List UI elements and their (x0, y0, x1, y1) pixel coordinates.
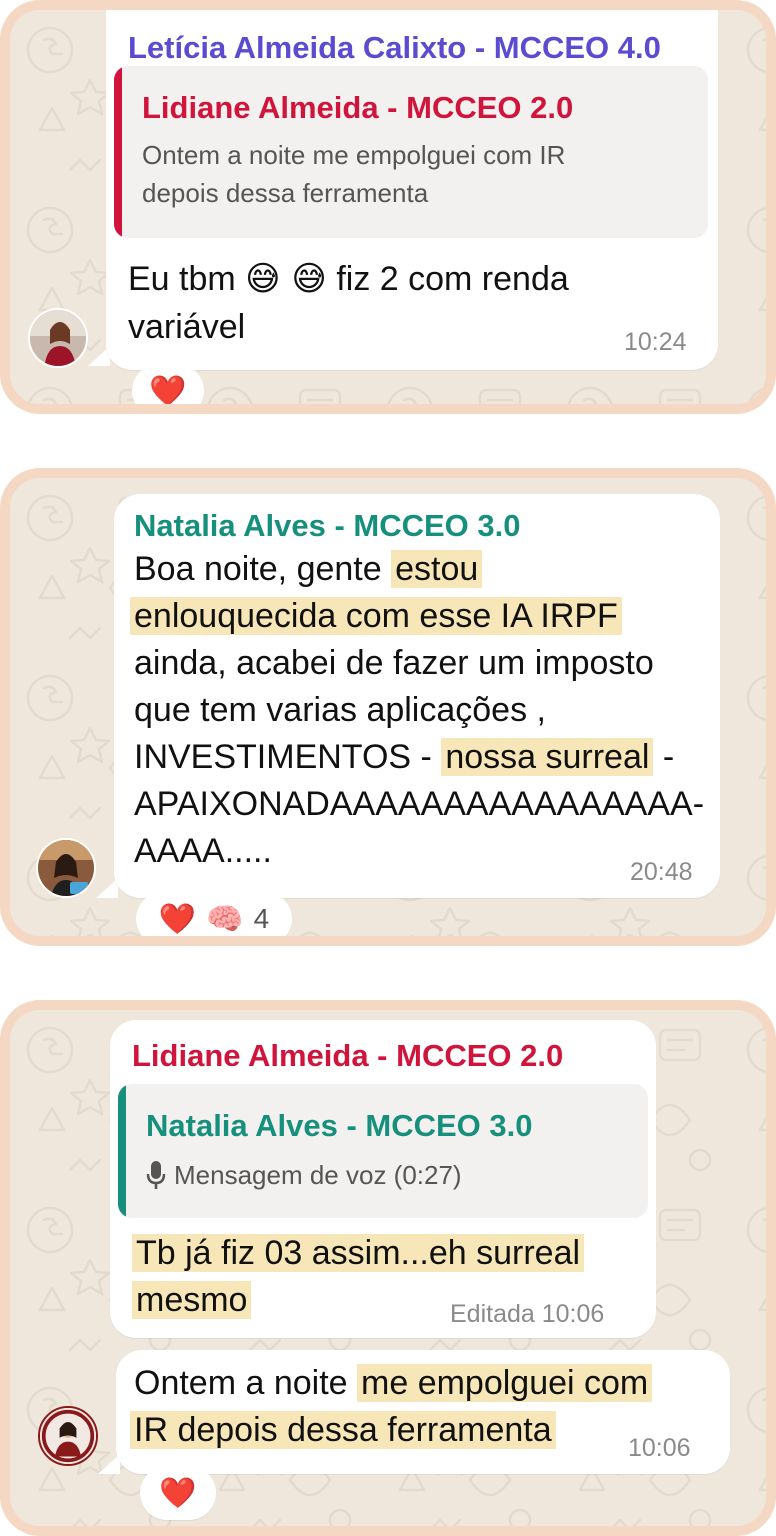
chat-card-3: Lidiane Almeida - MCCEO 2.0 Natalia Alve… (0, 1000, 776, 1536)
message-text-line-1: Tb já fiz 03 assim...eh surreal (132, 1230, 585, 1277)
message-text: - (662, 738, 675, 776)
message-text-line-5: INVESTIMENTOS - nossa surreal - (134, 734, 674, 781)
reaction-count: 4 (253, 903, 270, 934)
message-text: fiz 2 com renda (336, 260, 569, 298)
heart-reaction-icon: ❤️ (149, 373, 187, 409)
heart-reaction-icon: ❤️ (158, 901, 197, 937)
avatar[interactable] (28, 308, 88, 368)
message-text-line-2: IR depois dessa ferramenta (130, 1407, 556, 1454)
message-bubble[interactable]: Lidiane Almeida - MCCEO 2.0 Natalia Alve… (110, 1020, 656, 1338)
quote-accent-bar (114, 66, 122, 238)
avatar[interactable] (36, 838, 96, 898)
highlighted-text: enlouquecida com esse IA IRPF (130, 597, 622, 635)
sender-name[interactable]: Letícia Almeida Calixto - MCCEO 4.0 (128, 30, 661, 66)
reaction-pill[interactable]: ❤️ (140, 1466, 216, 1520)
edited-timestamp: Editada 10:06 (450, 1300, 605, 1328)
highlighted-text: me empolguei com (357, 1364, 653, 1402)
highlighted-text: Tb já fiz 03 assim...eh surreal (132, 1234, 585, 1272)
highlighted-text: mesmo (132, 1281, 252, 1319)
message-bubble[interactable]: Natalia Alves - MCCEO 3.0 Boa noite, gen… (114, 494, 720, 898)
highlighted-text: IR depois dessa ferramenta (130, 1411, 556, 1449)
message-bubble[interactable]: Ontem a noite me empolguei com IR depois… (116, 1350, 730, 1474)
brain-reaction-icon: 🧠 (206, 901, 244, 937)
quote-text-line-2: depois dessa ferramenta (142, 178, 429, 208)
chat-card-2: Natalia Alves - MCCEO 3.0 Boa noite, gen… (0, 468, 776, 946)
message-text-line-6: APAIXONADAAAAAAAAAAAAAAAA- (134, 785, 705, 823)
message-text: Boa noite, gente (134, 550, 382, 588)
highlighted-text: nossa surreal (441, 738, 654, 776)
message-text-line-1: Eu tbm 😅 😅 fiz 2 com renda (128, 256, 569, 303)
message-text: INVESTIMENTOS - (134, 738, 432, 776)
sweat-smile-emojis: 😅 😅 (245, 259, 327, 299)
quote-accent-bar (118, 1084, 126, 1218)
message-text: Eu tbm (128, 260, 236, 298)
message-timestamp: 20:48 (630, 858, 693, 886)
reaction-pill[interactable]: ❤️ (132, 364, 204, 409)
voice-message-preview: Mensagem de voz (0:27) (146, 1156, 462, 1194)
chat-card-1: Letícia Almeida Calixto - MCCEO 4.0 Lidi… (0, 0, 776, 414)
message-text-line-2: variável (128, 308, 246, 346)
highlighted-text: estou (391, 550, 483, 588)
message-text-line-2: mesmo (132, 1277, 252, 1324)
message-text-line-2: enlouquecida com esse IA IRPF (130, 593, 622, 640)
voice-message-label: Mensagem de voz (0:27) (174, 1160, 462, 1190)
message-timestamp: 10:24 (624, 328, 687, 356)
message-text: Ontem a noite (134, 1364, 348, 1402)
sender-name[interactable]: Natalia Alves - MCCEO 3.0 (134, 508, 521, 544)
message-bubble[interactable]: Letícia Almeida Calixto - MCCEO 4.0 Lidi… (106, 10, 718, 370)
microphone-icon (146, 1161, 166, 1189)
quote-sender-name: Lidiane Almeida - MCCEO 2.0 (142, 90, 574, 125)
message-timestamp: 10:06 (628, 1434, 691, 1462)
message-text-line-4: que tem varias aplicações , (134, 691, 546, 729)
reaction-pill[interactable]: ❤️ 🧠 4 (136, 892, 292, 937)
message-text-line-3: ainda, acabei de fazer um imposto (134, 644, 654, 682)
quoted-message[interactable]: Natalia Alves - MCCEO 3.0 Mensagem de vo… (118, 1084, 648, 1218)
quote-sender-name: Natalia Alves - MCCEO 3.0 (146, 1108, 533, 1143)
avatar[interactable] (38, 1406, 98, 1466)
message-text-line-7: AAAA..... (134, 832, 272, 870)
quoted-message[interactable]: Lidiane Almeida - MCCEO 2.0 Ontem a noit… (114, 66, 708, 238)
sender-name[interactable]: Lidiane Almeida - MCCEO 2.0 (132, 1038, 563, 1074)
quote-text-line-1: Ontem a noite me empolguei com IR (142, 140, 566, 170)
message-text-line-1: Ontem a noite me empolguei com (134, 1360, 653, 1407)
message-text-line-1: Boa noite, gente estou (134, 546, 483, 593)
heart-reaction-icon: ❤️ (159, 1475, 197, 1511)
avatar-photo (40, 1408, 96, 1464)
